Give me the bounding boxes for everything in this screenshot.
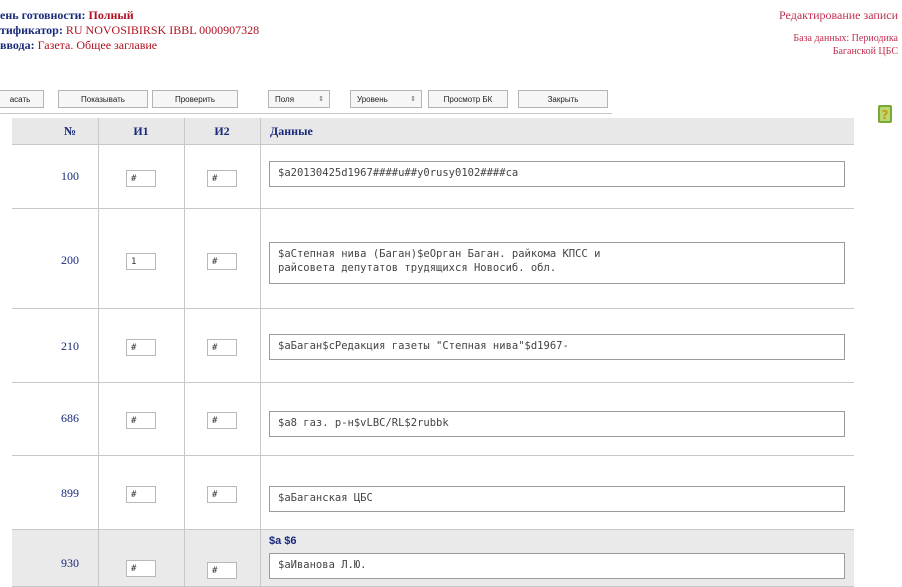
column-header-data: Данные: [270, 124, 313, 138]
show-button[interactable]: Показывать: [58, 90, 148, 108]
column-divider: [260, 118, 261, 586]
column-divider: [98, 118, 99, 586]
table-row: 930 $a $6 $aИванова Л.Ю.: [12, 530, 854, 587]
table-row: 210 $aБаган$cРедакция газеты "Степная ни…: [12, 309, 854, 383]
view-card-button[interactable]: Просмотр БК: [428, 90, 508, 108]
indicator2-input[interactable]: [207, 412, 237, 429]
field-number: 200: [61, 253, 79, 267]
indicator2-input[interactable]: [207, 486, 237, 503]
chevron-updown-icon: ⇕: [410, 96, 416, 103]
identifier-label: тификатор:: [0, 23, 63, 37]
help-icon[interactable]: ?: [876, 104, 896, 124]
table-row: 100 $a20130425d1967####u##y0rusy0102####…: [12, 145, 854, 209]
identifier-value: RU NOVOSIBIRSK IBBL 0000907328: [65, 23, 260, 37]
input-type-label: ввода:: [0, 38, 35, 52]
indicator1-input[interactable]: [126, 339, 156, 356]
data-field-input[interactable]: $aСтепная нива (Баган)$eОрган Баган. рай…: [269, 242, 845, 284]
indicator1-input[interactable]: [126, 170, 156, 187]
identifier-line: тификатор: RU NOVOSIBIRSK IBBL 000090732…: [0, 23, 259, 38]
close-button[interactable]: Закрыть: [518, 90, 608, 108]
fields-select[interactable]: Поля ⇕: [268, 90, 330, 108]
level-select-label: Уровень: [357, 94, 388, 104]
data-field-input[interactable]: $a8 газ. р-н$vLBC/RL$2rubbk: [269, 411, 845, 437]
data-field-input[interactable]: $aИванова Л.Ю.: [269, 553, 845, 579]
column-header-number: №: [63, 124, 77, 138]
subfield-links[interactable]: $a $6: [269, 535, 297, 547]
indicator1-input[interactable]: [126, 560, 156, 577]
database-value: Баганской ЦБС: [832, 46, 898, 57]
table-row: 899 $aБаганская ЦБС: [12, 456, 854, 530]
toolbar: асать Показывать Проверить Поля ⇕ Уровен…: [0, 87, 612, 114]
indicator2-input[interactable]: [207, 170, 237, 187]
data-field-input[interactable]: $aБаган$cРедакция газеты "Степная нива"$…: [269, 334, 845, 360]
input-type-line: ввода: Газета. Общее заглавие: [0, 38, 157, 53]
table-row: 686 $a8 газ. р-н$vLBC/RL$2rubbk: [12, 383, 854, 456]
fields-select-label: Поля: [275, 94, 295, 104]
field-number: 686: [61, 411, 79, 425]
indicator1-input[interactable]: [126, 253, 156, 270]
field-number: 930: [61, 556, 79, 570]
database-label: База данных: Периодика: [793, 33, 898, 44]
status-line: ень готовности: Полный: [0, 8, 134, 23]
table-header: № И1 И2 Данные: [12, 118, 854, 145]
status-value: Полный: [88, 8, 134, 22]
chevron-updown-icon: ⇕: [318, 96, 324, 103]
input-type-value: Газета. Общее заглавие: [37, 38, 158, 52]
check-button[interactable]: Проверить: [152, 90, 238, 108]
level-select[interactable]: Уровень ⇕: [350, 90, 422, 108]
column-divider: [184, 118, 185, 586]
svg-text:?: ?: [882, 108, 889, 122]
indicator2-input[interactable]: [207, 562, 237, 579]
table-row: 200 $aСтепная нива (Баган)$eОрган Баган.…: [12, 209, 854, 309]
field-number: 100: [61, 169, 79, 183]
status-label: ень готовности:: [0, 8, 86, 22]
data-field-input[interactable]: $a20130425d1967####u##y0rusy0102####ca: [269, 161, 845, 187]
column-header-i1: И1: [133, 124, 149, 138]
indicator2-input[interactable]: [207, 253, 237, 270]
indicator1-input[interactable]: [126, 486, 156, 503]
data-field-input[interactable]: $aБаганская ЦБС: [269, 486, 845, 512]
field-number: 899: [61, 486, 79, 500]
save-button[interactable]: асать: [0, 90, 44, 108]
edit-record-title: Редактирование записи: [779, 8, 898, 22]
indicator2-input[interactable]: [207, 339, 237, 356]
field-number: 210: [61, 339, 79, 353]
indicator1-input[interactable]: [126, 412, 156, 429]
database-info: База данных: Периодика Баганской ЦБС: [758, 32, 898, 58]
fields-table: № И1 И2 Данные 100 $a20130425d1967####u#…: [12, 118, 854, 587]
column-header-i2: И2: [214, 124, 230, 138]
